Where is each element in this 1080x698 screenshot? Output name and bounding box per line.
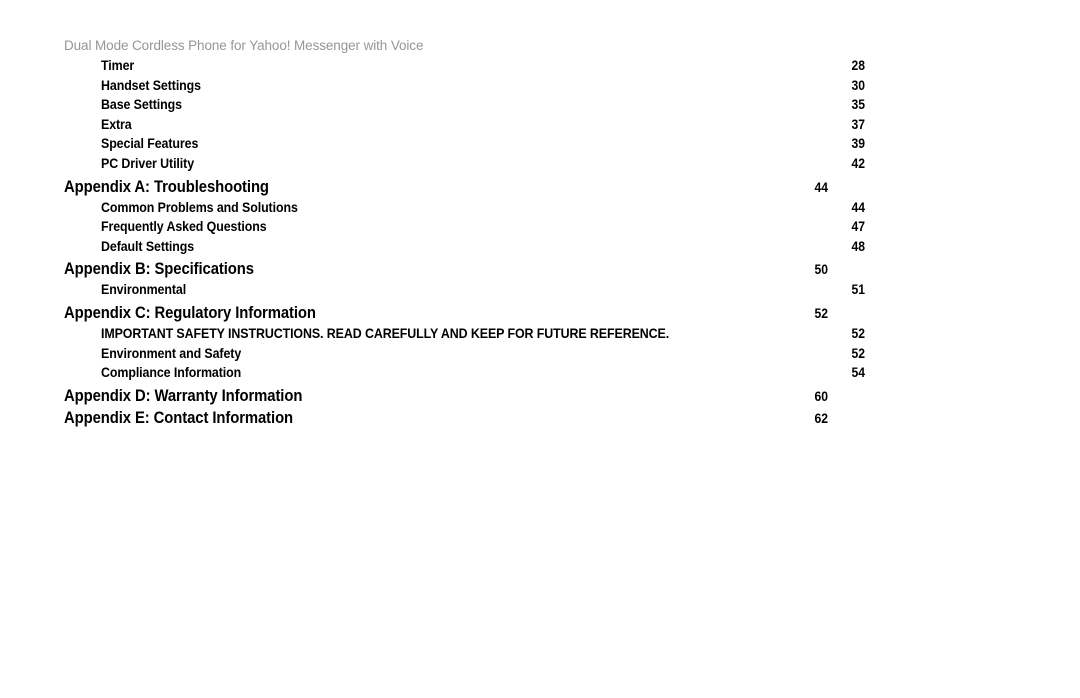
toc-entry-page-number: 35: [851, 97, 865, 113]
toc-entry[interactable]: Default Settings 48: [64, 239, 865, 259]
toc-entry-page-number: 52: [814, 305, 828, 321]
toc-entry-title: Compliance Information: [101, 365, 242, 381]
toc-entry-page-number: 52: [851, 325, 865, 341]
toc-entry[interactable]: Timer 28: [64, 58, 865, 78]
toc-entry-page-number: 52: [851, 345, 865, 361]
toc-entry[interactable]: Handset Settings 30: [64, 78, 865, 98]
toc-entry-title: Appendix A: Troubleshooting: [64, 177, 269, 196]
toc-entry-title: Handset Settings: [101, 77, 201, 93]
toc-entry[interactable]: Environment and Safety 52: [64, 346, 865, 366]
toc-entry[interactable]: Environmental 51: [64, 282, 865, 302]
toc-entry-title: IMPORTANT SAFETY INSTRUCTIONS. READ CARE…: [101, 325, 670, 341]
toc-entry-title: Default Settings: [101, 238, 195, 254]
toc-entry-title: Environmental: [101, 282, 187, 298]
toc-entry[interactable]: Appendix D: Warranty Information 60: [64, 387, 828, 409]
toc-entry-title: Appendix D: Warranty Information: [64, 386, 303, 405]
toc-entry[interactable]: Appendix E: Contact Information 62: [64, 409, 828, 431]
toc-entry-page-number: 28: [851, 58, 865, 73]
toc-entry[interactable]: Special Features 39: [64, 136, 865, 156]
toc-entry-title: Environment and Safety: [101, 345, 242, 361]
toc-entry[interactable]: Common Problems and Solutions 44: [64, 200, 865, 220]
toc-entry-title: Appendix E: Contact Information: [64, 408, 294, 427]
toc-entry-title: Appendix B: Specifications: [64, 260, 254, 279]
toc-entry[interactable]: Base Settings 35: [64, 97, 865, 117]
toc-entry-page-number: 42: [851, 155, 865, 171]
toc-entry-title: PC Driver Utility: [101, 155, 195, 171]
toc-entry[interactable]: Appendix B: Specifications 50: [64, 260, 828, 282]
table-of-contents: Timer 28 Handset Settings 30 Base Settings 35…: [64, 58, 865, 431]
toc-entry-page-number: 48: [851, 238, 865, 254]
toc-entry[interactable]: Appendix C: Regulatory Information 52: [64, 304, 828, 326]
toc-entry-title: Special Features: [101, 136, 199, 152]
toc-entry-title: Appendix C: Regulatory Information: [64, 303, 316, 322]
toc-entry-page-number: 44: [814, 179, 828, 195]
toc-entry[interactable]: Frequently Asked Questions 47: [64, 219, 865, 239]
toc-entry-page-number: 54: [851, 365, 865, 381]
toc-entry-title: Frequently Asked Questions: [101, 219, 267, 235]
toc-entry-title: Common Problems and Solutions: [101, 199, 298, 215]
toc-entry[interactable]: Appendix A: Troubleshooting 44: [64, 178, 828, 200]
toc-entry-title: Base Settings: [101, 97, 182, 113]
toc-entry-title: Extra: [101, 116, 132, 132]
toc-entry[interactable]: Extra 37: [64, 117, 865, 137]
toc-entry-page-number: 39: [851, 136, 865, 152]
running-header: Dual Mode Cordless Phone for Yahoo! Mess…: [64, 38, 424, 53]
toc-entry-page-number: 47: [851, 219, 865, 235]
toc-entry[interactable]: IMPORTANT SAFETY INSTRUCTIONS. READ CARE…: [64, 326, 865, 346]
toc-entry-title: Timer: [101, 58, 135, 73]
toc-entry-page-number: 60: [814, 388, 828, 404]
toc-entry-page-number: 44: [851, 199, 865, 215]
toc-entry[interactable]: Compliance Information 54: [64, 365, 865, 385]
toc-entry-page-number: 51: [851, 282, 865, 298]
toc-entry-page-number: 62: [814, 410, 828, 426]
toc-entry-page-number: 37: [851, 116, 865, 132]
toc-entry[interactable]: PC Driver Utility 42: [64, 156, 865, 176]
toc-entry-page-number: 30: [851, 77, 865, 93]
toc-entry-page-number: 50: [814, 262, 828, 278]
